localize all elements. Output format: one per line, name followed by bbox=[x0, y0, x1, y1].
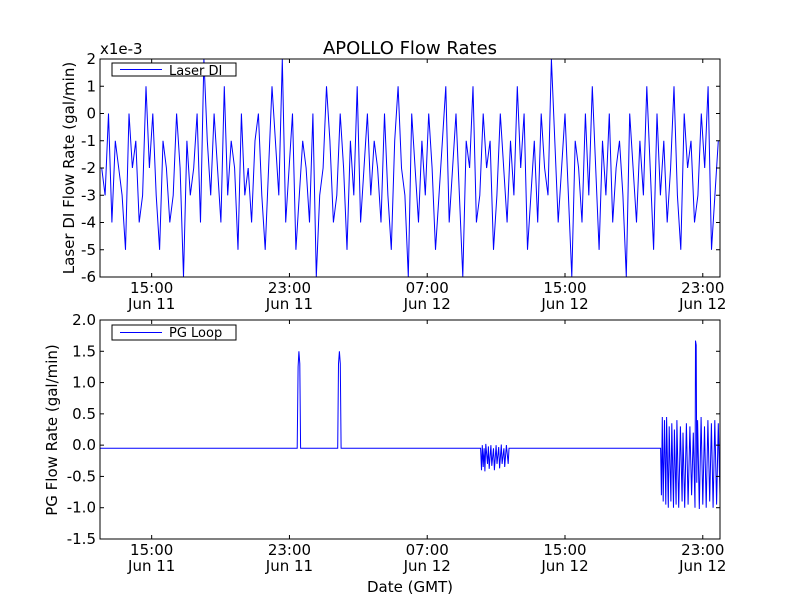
y-tick-label: 1 bbox=[86, 77, 96, 95]
legend: PG Loop bbox=[111, 324, 237, 341]
y-axis-label: PG Flow Rate (gal/min) bbox=[43, 344, 61, 516]
y-tick-label: 2.0 bbox=[72, 311, 96, 329]
y-tick-label: 2 bbox=[86, 50, 96, 68]
y-tick-label: 0 bbox=[86, 105, 96, 123]
y-tick-label: -4 bbox=[81, 214, 96, 232]
x-axis-label: Date (GMT) bbox=[367, 578, 453, 596]
legend-label: Laser DI bbox=[169, 64, 222, 79]
y-tick-label: -0.5 bbox=[67, 467, 96, 485]
y-tick-label: -5 bbox=[81, 241, 96, 259]
y-tick-label: -1.5 bbox=[67, 530, 96, 548]
chart-title: APOLLO Flow Rates bbox=[323, 38, 497, 59]
figure: APOLLO Flow Rates x1e-3 -6 -5 -4 -3 -2 -1 0 1 2 1… bbox=[0, 0, 800, 600]
x-tick-label-date: Jun 12 bbox=[540, 557, 588, 575]
x-tick-label-date: Jun 12 bbox=[678, 295, 726, 313]
x-tick-label-date: Jun 12 bbox=[403, 295, 451, 313]
x-tick-label-date: Jun 11 bbox=[265, 557, 313, 575]
x-tick-label-date: Jun 12 bbox=[403, 557, 451, 575]
y-tick-label: 1.5 bbox=[72, 342, 96, 360]
y-tick-label: -2 bbox=[81, 159, 96, 177]
y-tick-label: 1.0 bbox=[72, 374, 96, 392]
x-tick-label-date: Jun 11 bbox=[265, 295, 313, 313]
x-tick-label-date: Jun 12 bbox=[678, 557, 726, 575]
x-tick-label-date: Jun 12 bbox=[540, 295, 588, 313]
x-tick-label-date: Jun 11 bbox=[127, 557, 175, 575]
y-tick-label: 0.5 bbox=[72, 405, 96, 423]
legend-label: PG Loop bbox=[169, 326, 222, 341]
x-tick-label-date: Jun 11 bbox=[127, 295, 175, 313]
y-tick-label: -3 bbox=[81, 186, 96, 204]
y-tick-label: -1 bbox=[81, 132, 96, 150]
scale-note: x1e-3 bbox=[100, 40, 143, 58]
y-tick-label: -1.0 bbox=[67, 499, 96, 517]
y-tick-label: 0.0 bbox=[72, 436, 96, 454]
y-tick-label: -6 bbox=[81, 268, 96, 286]
y-axis-label: Laser DI Flow Rate (gal/min) bbox=[60, 62, 78, 274]
